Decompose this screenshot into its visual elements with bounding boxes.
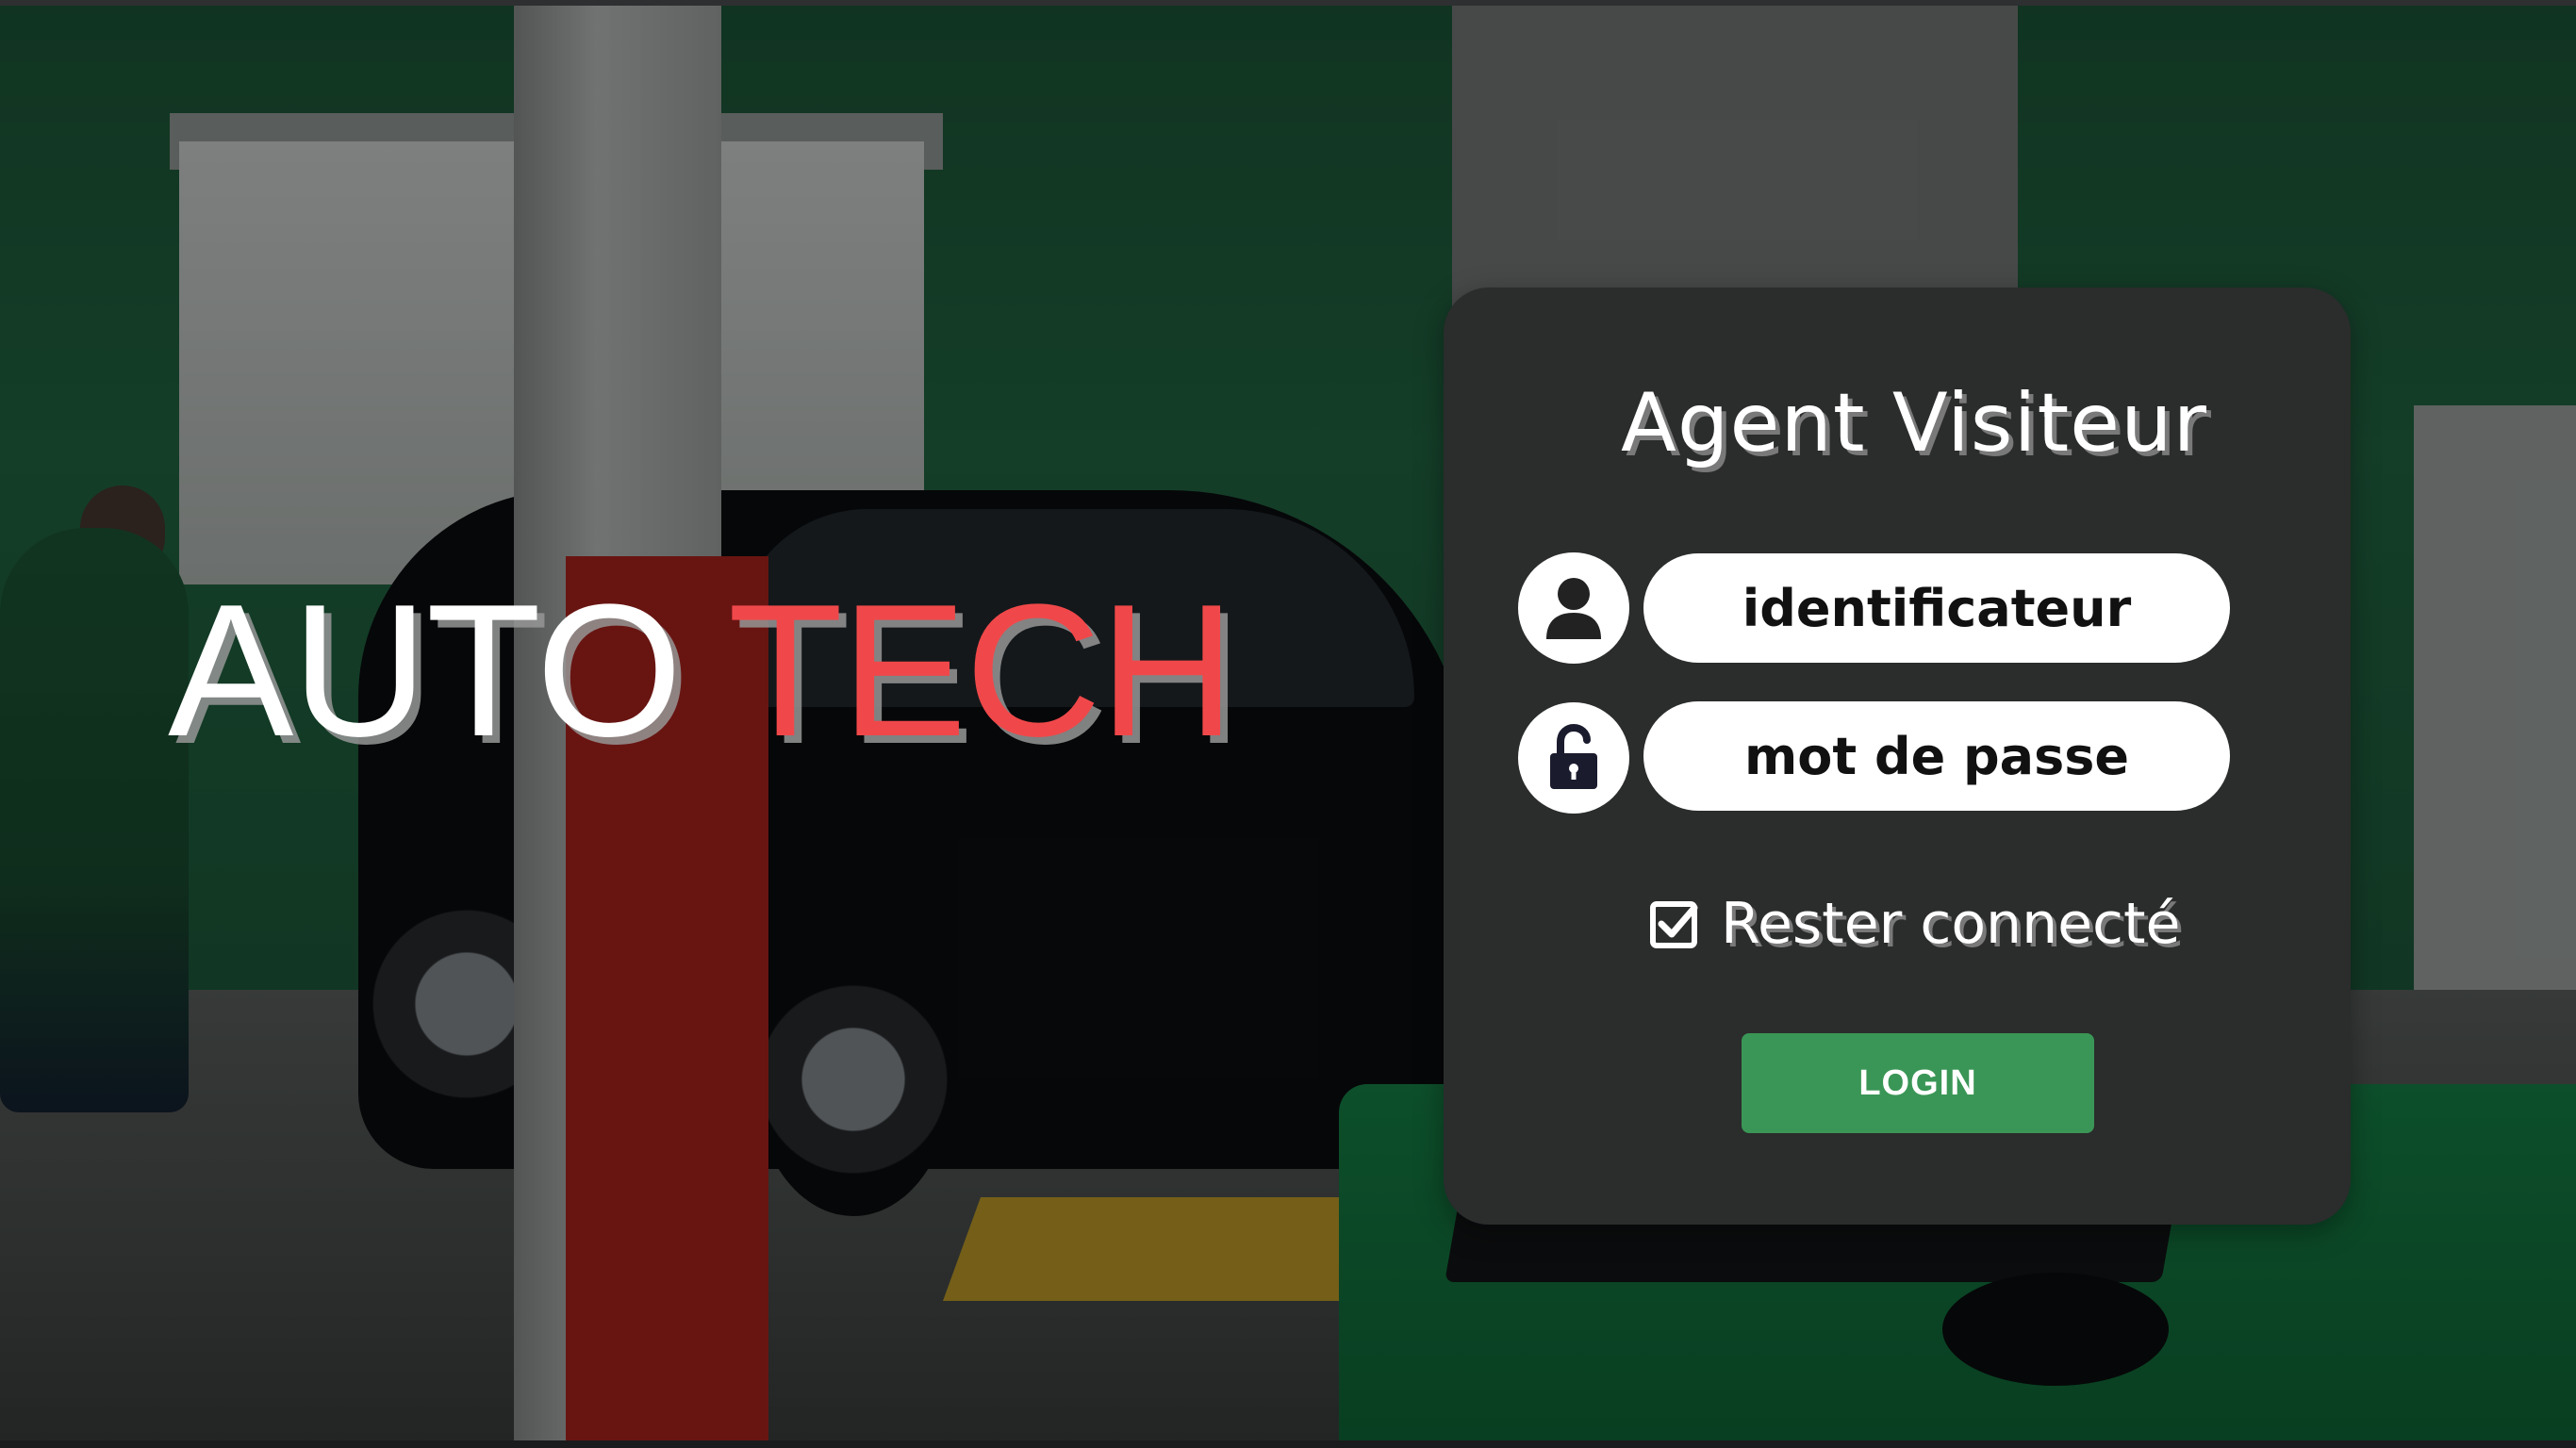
brand-part-tech: TECH: [727, 566, 1235, 776]
login-card: Agent Visiteur Rester connecté LOGIN: [1444, 288, 2351, 1225]
brand-part-auto: AUTO: [168, 566, 683, 776]
checkbox-checked-icon[interactable]: [1649, 898, 1700, 949]
identifier-input[interactable]: [1643, 553, 2230, 663]
login-button[interactable]: LOGIN: [1742, 1033, 2094, 1133]
bottom-edge: [0, 1440, 2576, 1448]
user-icon: [1518, 552, 1629, 664]
remember-me-label: Rester connecté: [1721, 891, 2181, 957]
remember-me-option[interactable]: Rester connecté: [1649, 891, 2180, 957]
password-input[interactable]: [1643, 701, 2230, 811]
brand-logo-text: AUTO TECH: [168, 577, 1235, 765]
unlock-icon: [1518, 702, 1629, 814]
top-edge: [0, 0, 2576, 6]
login-title: Agent Visiteur: [1621, 376, 2207, 470]
